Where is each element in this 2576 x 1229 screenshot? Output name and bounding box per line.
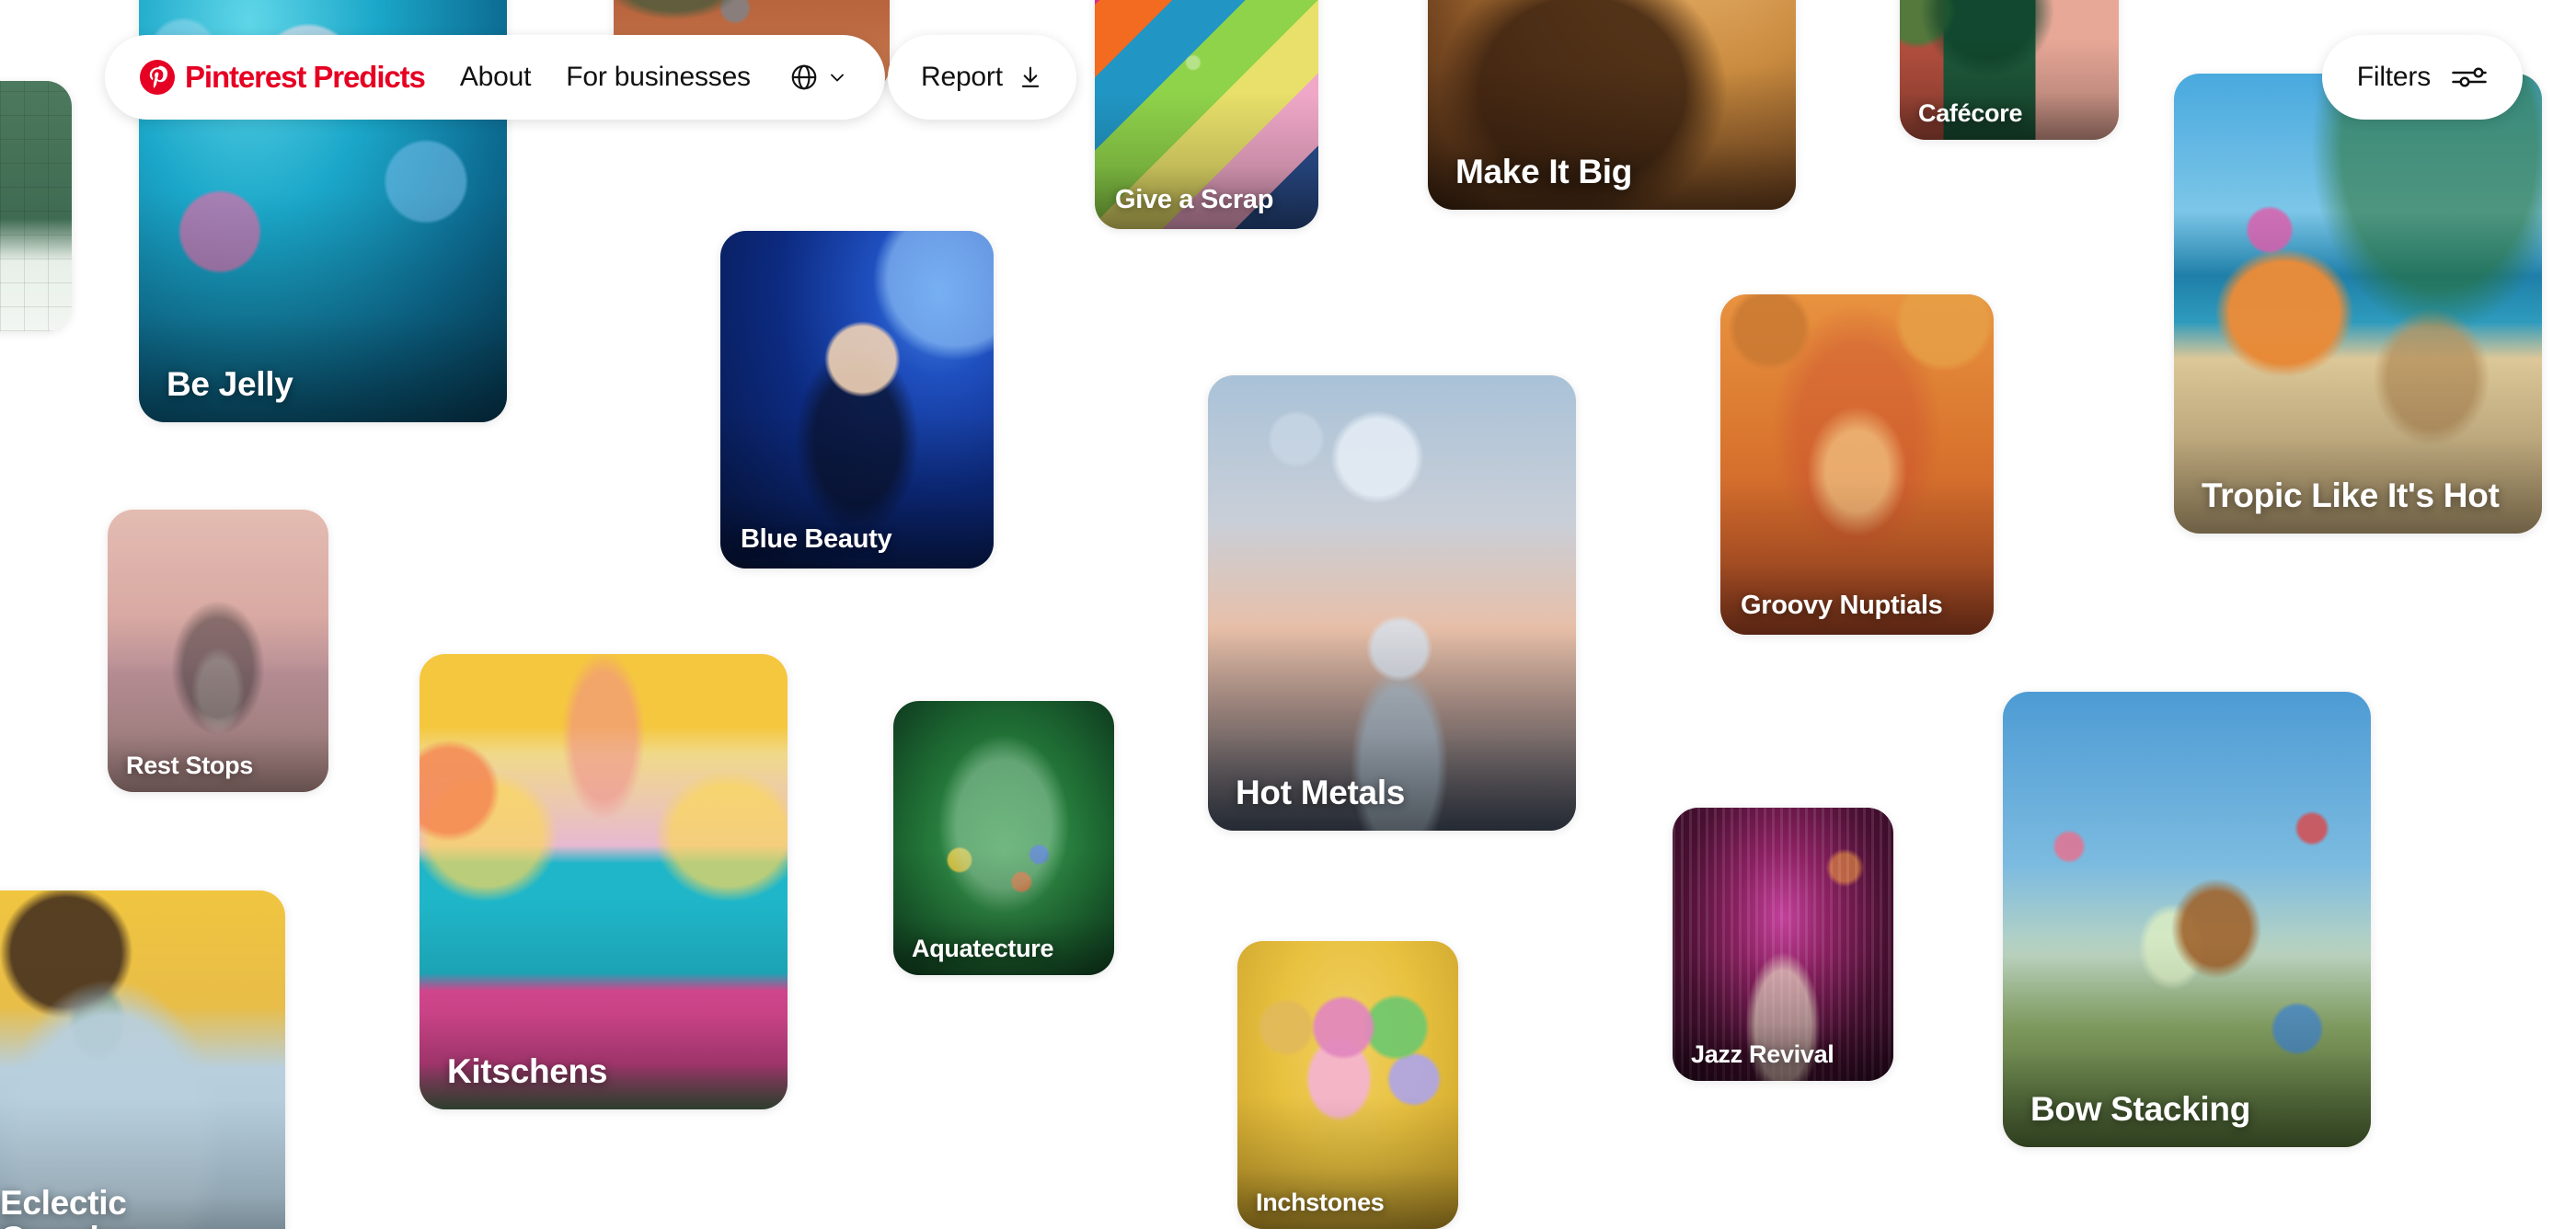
trend-card-label: Jazz Revival (1691, 1040, 1834, 1069)
nav-link-for-businesses[interactable]: For businesses (566, 62, 751, 93)
nav-link-about[interactable]: About (460, 62, 532, 93)
trend-card-hot-metals[interactable]: Hot Metals (1208, 375, 1576, 831)
trend-card-cafecore[interactable]: Cafécore (1900, 0, 2119, 140)
trend-card-eclectic-grandpa[interactable]: Eclectic Grandpa (0, 890, 285, 1229)
trend-card-image-detail (0, 81, 72, 331)
filters-button[interactable]: Filters (2321, 35, 2523, 120)
language-selector[interactable] (789, 63, 848, 92)
trend-card-label: Groovy Nuptials (1741, 591, 1943, 621)
sliders-icon (2451, 63, 2488, 91)
trend-card-label: Give a Scrap (1115, 185, 1274, 215)
trend-card-label: Tropic Like It's Hot (2202, 476, 2500, 514)
report-button[interactable]: Report (888, 35, 1076, 120)
trend-card-blue-beauty[interactable]: Blue Beauty (720, 231, 994, 569)
trend-card-label: Bow Stacking (2030, 1089, 2250, 1128)
report-button-label: Report (921, 62, 1003, 92)
trend-card-inchstones[interactable]: Inchstones (1237, 941, 1458, 1229)
trend-card-label: Kitschens (447, 1051, 608, 1090)
trend-card-tropic-like-its-hot[interactable]: Tropic Like It's Hot (2174, 74, 2542, 534)
trend-board: Be Jelly Give a Scrap Make It Big Cafécore T… (0, 0, 2576, 1229)
brand-wordmark: Pinterest Predicts (185, 60, 426, 94)
trend-card-label: Make It Big (1455, 152, 1633, 190)
trend-card-aquatecture[interactable]: Aquatecture (893, 701, 1114, 975)
trend-card-label: Hot Metals (1236, 773, 1406, 811)
trend-card-groovy-nuptials[interactable]: Groovy Nuptials (1720, 294, 1994, 635)
trend-card-label: Inchstones (1256, 1189, 1385, 1217)
globe-icon (789, 63, 819, 92)
trend-card-jazz-revival[interactable]: Jazz Revival (1673, 808, 1893, 1081)
trend-card-give-a-scrap[interactable]: Give a Scrap (1095, 0, 1318, 229)
trend-card-label: Be Jelly (167, 364, 293, 403)
chevron-down-icon (826, 66, 848, 88)
trend-card-kitschens[interactable]: Kitschens (420, 654, 788, 1109)
trend-card-make-it-big[interactable]: Make It Big (1428, 0, 1796, 210)
trend-card-rest-stops[interactable]: Rest Stops (108, 510, 328, 792)
trend-card-bathroom-partial[interactable] (0, 81, 72, 331)
trend-card-label: Rest Stops (126, 752, 254, 780)
trend-card-bow-stacking[interactable]: Bow Stacking (2003, 692, 2371, 1147)
trend-card-label: Cafécore (1918, 99, 2023, 128)
download-icon (1018, 64, 1043, 90)
trend-card-label: Eclectic Grandpa (0, 1183, 138, 1229)
main-navbar: Pinterest Predicts About For businesses (105, 35, 885, 120)
brand-logo[interactable]: Pinterest Predicts (140, 60, 426, 95)
trend-card-label: Aquatecture (912, 935, 1054, 963)
trend-card-label: Blue Beauty (741, 524, 892, 555)
filters-button-label: Filters (2356, 62, 2431, 92)
pinterest-logo-icon (140, 60, 175, 95)
